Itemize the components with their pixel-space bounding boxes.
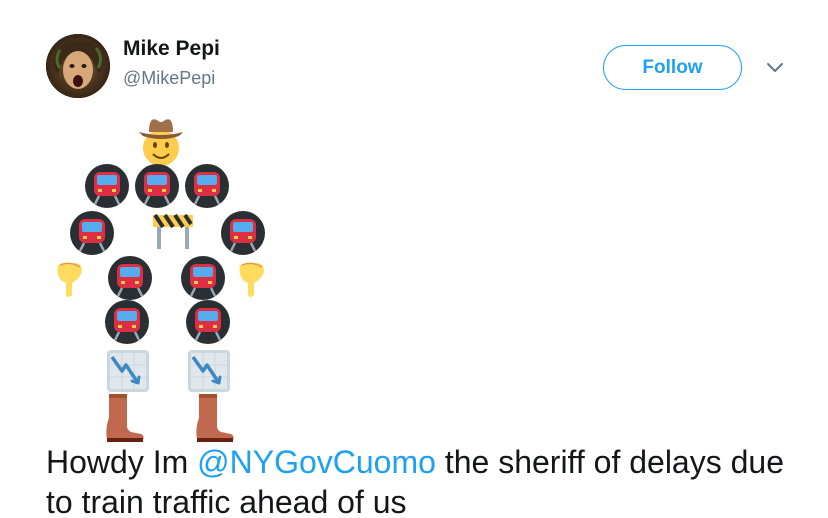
metro-train-emoji [106,254,154,302]
pointing-down-hand-emoji [238,262,265,298]
construction-barrier-emoji [153,213,193,249]
metro-train-emoji [83,162,131,210]
cowboy-hat-face-emoji [139,119,183,166]
metro-train-emoji [68,209,116,257]
chart-decreasing-emoji [186,348,232,394]
cowboy-boot-emoji [106,394,144,442]
metro-train-emoji [183,162,231,210]
metro-train-emoji [179,254,227,302]
emoji-art [0,0,828,445]
metro-train-emoji [219,209,267,257]
cowboy-boot-emoji [196,394,234,442]
metro-train-emoji [184,298,232,346]
tweet-text: Howdy Im @NYGovCuomo the sheriff of dela… [46,442,806,518]
mention-link[interactable]: @NYGovCuomo [197,444,436,480]
chart-decreasing-emoji [105,348,151,394]
tweet-card: Mike Pepi @MikePepi Follow Howdy Im @NYG… [0,0,828,518]
pointing-down-hand-emoji [56,262,83,298]
tweet-text-before: Howdy Im [46,444,198,480]
metro-train-emoji [133,162,181,210]
metro-train-emoji [103,298,151,346]
